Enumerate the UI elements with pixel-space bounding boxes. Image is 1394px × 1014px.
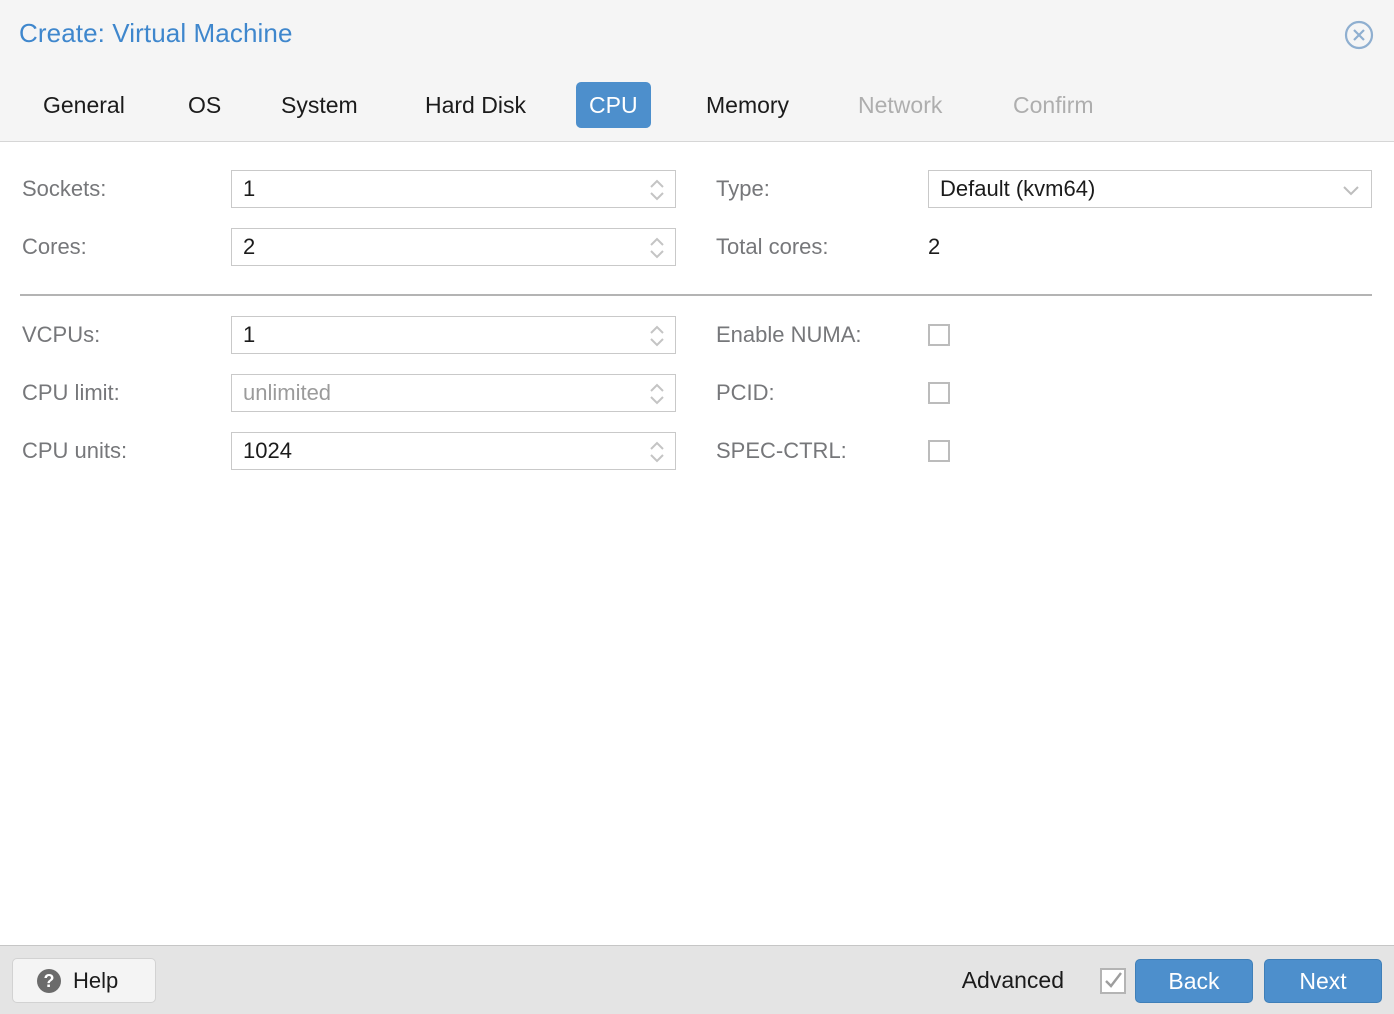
field-spec-ctrl: SPEC-CTRL: xyxy=(716,432,1116,470)
sockets-input[interactable]: 1 xyxy=(231,170,676,208)
spinner-updown-icon[interactable] xyxy=(647,178,667,202)
field-label-spec-ctrl: SPEC-CTRL: xyxy=(716,432,847,470)
vcpus-input-value: 1 xyxy=(243,317,255,353)
advanced-label: Advanced xyxy=(962,960,1064,1000)
tab-bar: General OS System Hard Disk CPU Memory N… xyxy=(0,82,1394,130)
enable-numa-checkbox[interactable] xyxy=(928,324,950,346)
cores-input[interactable]: 2 xyxy=(231,228,676,266)
advanced-checkbox[interactable] xyxy=(1100,968,1126,994)
tab-os[interactable]: OS xyxy=(175,82,234,128)
tab-network: Network xyxy=(845,82,955,128)
field-pcid: PCID: xyxy=(716,374,1116,412)
dialog-title: Create: Virtual Machine xyxy=(19,18,293,49)
spinner-updown-icon[interactable] xyxy=(647,324,667,348)
field-cores: Cores: 2 xyxy=(22,228,676,266)
field-cpu-units: CPU units: 1024 xyxy=(22,432,676,470)
cpu-type-value: Default (kvm64) xyxy=(940,171,1095,207)
field-sockets: Sockets: 1 xyxy=(22,170,676,208)
field-label-cores: Cores: xyxy=(22,228,87,266)
vcpus-input[interactable]: 1 xyxy=(231,316,676,354)
spec-ctrl-checkbox[interactable] xyxy=(928,440,950,462)
field-label-pcid: PCID: xyxy=(716,374,775,412)
close-icon[interactable] xyxy=(1341,17,1377,53)
tab-confirm: Confirm xyxy=(1000,82,1107,128)
field-label-vcpus: VCPUs: xyxy=(22,316,100,354)
sockets-input-value: 1 xyxy=(243,171,255,207)
dialog-footer: ? Help Advanced Back Next xyxy=(0,945,1394,1014)
back-button[interactable]: Back xyxy=(1135,959,1253,1003)
field-vcpus: VCPUs: 1 xyxy=(22,316,676,354)
section-divider xyxy=(20,294,1372,296)
question-mark-icon: ? xyxy=(37,969,61,993)
field-type: Type: Default (kvm64) xyxy=(716,170,1372,208)
tab-cpu[interactable]: CPU xyxy=(576,82,651,128)
help-button[interactable]: ? Help xyxy=(12,958,156,1003)
field-label-type: Type: xyxy=(716,170,770,208)
field-label-cpu-limit: CPU limit: xyxy=(22,374,120,412)
spinner-updown-icon[interactable] xyxy=(647,236,667,260)
tab-hard-disk[interactable]: Hard Disk xyxy=(412,82,539,128)
cores-input-value: 2 xyxy=(243,229,255,265)
form-body: Sockets: 1 Cores: 2 Type: xyxy=(0,142,1394,945)
field-enable-numa: Enable NUMA: xyxy=(716,316,1116,354)
spinner-updown-icon[interactable] xyxy=(647,382,667,406)
cpu-units-input-value: 1024 xyxy=(243,433,292,469)
cpu-limit-input-placeholder: unlimited xyxy=(243,375,331,411)
dialog-header: Create: Virtual Machine General OS Syste… xyxy=(0,0,1394,142)
cpu-limit-input[interactable]: unlimited xyxy=(231,374,676,412)
cpu-type-dropdown[interactable]: Default (kvm64) xyxy=(928,170,1372,208)
tab-system[interactable]: System xyxy=(268,82,371,128)
field-cpu-limit: CPU limit: unlimited xyxy=(22,374,676,412)
help-button-label: Help xyxy=(73,959,118,1002)
chevron-down-icon[interactable] xyxy=(1341,183,1361,195)
tab-memory[interactable]: Memory xyxy=(693,82,802,128)
field-total-cores: Total cores: 2 xyxy=(716,228,1372,266)
tab-general[interactable]: General xyxy=(30,82,138,128)
next-button[interactable]: Next xyxy=(1264,959,1382,1003)
spinner-updown-icon[interactable] xyxy=(647,440,667,464)
total-cores-value: 2 xyxy=(928,228,940,266)
pcid-checkbox[interactable] xyxy=(928,382,950,404)
field-label-sockets: Sockets: xyxy=(22,170,106,208)
field-label-enable-numa: Enable NUMA: xyxy=(716,316,862,354)
cpu-units-input[interactable]: 1024 xyxy=(231,432,676,470)
field-label-total-cores: Total cores: xyxy=(716,228,829,266)
field-label-cpu-units: CPU units: xyxy=(22,432,127,470)
